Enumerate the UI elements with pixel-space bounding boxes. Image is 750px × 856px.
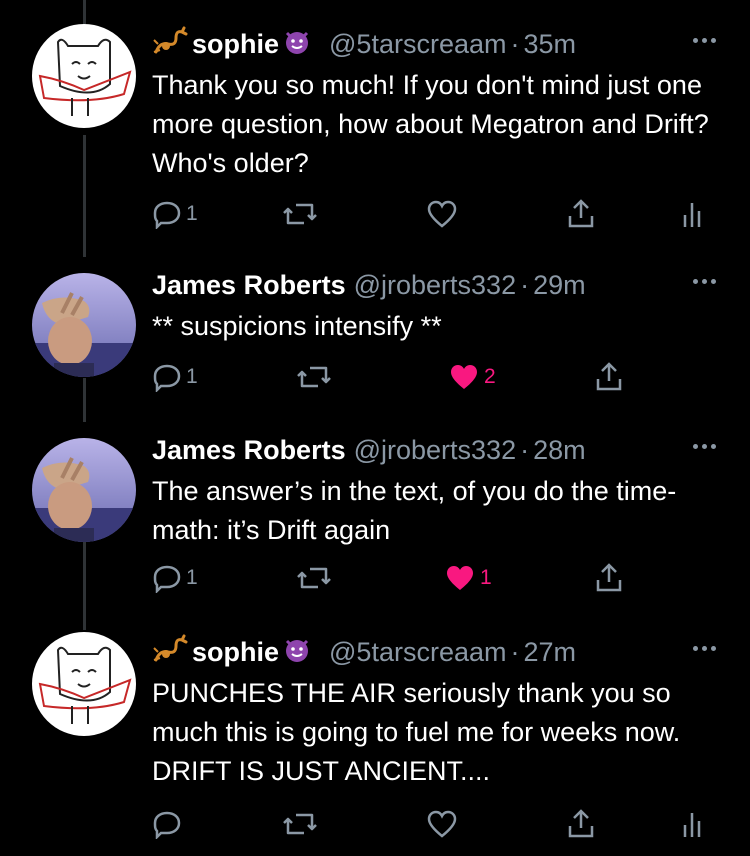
action-bar: 1 1 xyxy=(152,560,712,596)
reply-button[interactable] xyxy=(152,806,182,842)
like-button[interactable]: 1 xyxy=(444,560,492,596)
reply-count: 1 xyxy=(186,202,198,225)
author-name[interactable]: James Roberts xyxy=(152,435,346,466)
author-handle[interactable]: @jroberts332 xyxy=(354,435,517,466)
share-icon xyxy=(594,361,624,393)
like-count: 1 xyxy=(480,566,492,589)
timestamp[interactable]: 27m xyxy=(523,637,576,668)
tweet-header: James Roberts @jroberts332 · 29m xyxy=(152,265,586,305)
author-name[interactable]: sophie xyxy=(192,29,279,60)
share-icon xyxy=(566,808,596,840)
reply-count: 1 xyxy=(186,365,198,388)
more-icon[interactable] xyxy=(693,279,716,284)
retweet-icon xyxy=(296,362,332,392)
reply-count: 1 xyxy=(186,566,198,589)
tweet[interactable]: sophie @5tarscreaam · 27m PUNCHES THE AI… xyxy=(0,632,750,856)
smiling-imp-icon xyxy=(283,27,311,62)
author-handle[interactable]: @5tarscreaam xyxy=(329,29,506,60)
retweet-icon xyxy=(296,563,332,593)
analytics-icon xyxy=(682,199,702,229)
heart-icon xyxy=(426,199,458,229)
retweet-button[interactable] xyxy=(282,196,318,232)
retweet-button[interactable] xyxy=(296,560,332,596)
tweet-text: The answer’s in the text, of you do the … xyxy=(152,476,677,545)
tweet[interactable]: James Roberts @jroberts332 · 29m ** susp… xyxy=(0,265,750,405)
heart-icon xyxy=(444,563,476,593)
more-icon[interactable] xyxy=(693,444,716,449)
reply-icon xyxy=(152,563,182,593)
tweet[interactable]: sophie @5tarscreaam · 35m Thank you so m… xyxy=(0,24,750,244)
thread-line xyxy=(83,0,86,24)
tweet-text: Thank you so much! If you don't mind jus… xyxy=(152,70,709,178)
analytics-button[interactable] xyxy=(682,806,702,842)
like-button[interactable]: 2 xyxy=(448,359,496,395)
author-name[interactable]: James Roberts xyxy=(152,270,346,301)
tweet-text: PUNCHES THE AIR seriously thank you so m… xyxy=(152,678,681,786)
reply-button[interactable]: 1 xyxy=(152,560,198,596)
tweet-header: James Roberts @jroberts332 · 28m xyxy=(152,430,586,470)
tweet-text: ** suspicions intensify ** xyxy=(152,311,442,341)
retweet-icon xyxy=(282,809,318,839)
share-button[interactable] xyxy=(594,359,624,395)
timestamp[interactable]: 28m xyxy=(533,435,586,466)
retweet-icon xyxy=(282,199,318,229)
action-bar xyxy=(152,806,712,842)
action-bar: 1 2 xyxy=(152,359,712,395)
scorpion-icon xyxy=(152,26,188,63)
retweet-button[interactable] xyxy=(282,806,318,842)
more-icon[interactable] xyxy=(693,646,716,651)
reply-button[interactable]: 1 xyxy=(152,359,198,395)
tweet[interactable]: James Roberts @jroberts332 · 28m The ans… xyxy=(0,430,750,600)
reply-button[interactable]: 1 xyxy=(152,196,198,232)
like-button[interactable] xyxy=(426,806,458,842)
like-button[interactable] xyxy=(426,196,458,232)
smiling-imp-icon xyxy=(283,635,311,670)
scorpion-icon xyxy=(152,634,188,671)
retweet-button[interactable] xyxy=(296,359,332,395)
share-button[interactable] xyxy=(594,560,624,596)
reply-icon xyxy=(152,199,182,229)
separator: · xyxy=(520,434,530,465)
separator: · xyxy=(510,636,520,667)
tweet-header: sophie @5tarscreaam · 27m xyxy=(152,632,576,672)
timestamp[interactable]: 29m xyxy=(533,270,586,301)
analytics-button[interactable] xyxy=(682,196,702,232)
author-name[interactable]: sophie xyxy=(192,637,279,668)
author-handle[interactable]: @jroberts332 xyxy=(354,270,517,301)
share-button[interactable] xyxy=(566,806,596,842)
share-button[interactable] xyxy=(566,196,596,232)
analytics-icon xyxy=(682,809,702,839)
timestamp[interactable]: 35m xyxy=(523,29,576,60)
heart-icon xyxy=(426,809,458,839)
share-icon xyxy=(566,198,596,230)
share-icon xyxy=(594,562,624,594)
separator: · xyxy=(510,28,520,59)
heart-icon xyxy=(448,362,480,392)
author-handle[interactable]: @5tarscreaam xyxy=(329,637,506,668)
separator: · xyxy=(520,269,530,300)
avatar[interactable] xyxy=(32,24,136,128)
more-icon[interactable] xyxy=(693,38,716,43)
reply-icon xyxy=(152,362,182,392)
avatar[interactable] xyxy=(32,438,136,542)
like-count: 2 xyxy=(484,365,496,388)
action-bar: 1 xyxy=(152,196,712,232)
avatar[interactable] xyxy=(32,632,136,736)
reply-icon xyxy=(152,809,182,839)
avatar[interactable] xyxy=(32,273,136,377)
tweet-header: sophie @5tarscreaam · 35m xyxy=(152,24,576,64)
